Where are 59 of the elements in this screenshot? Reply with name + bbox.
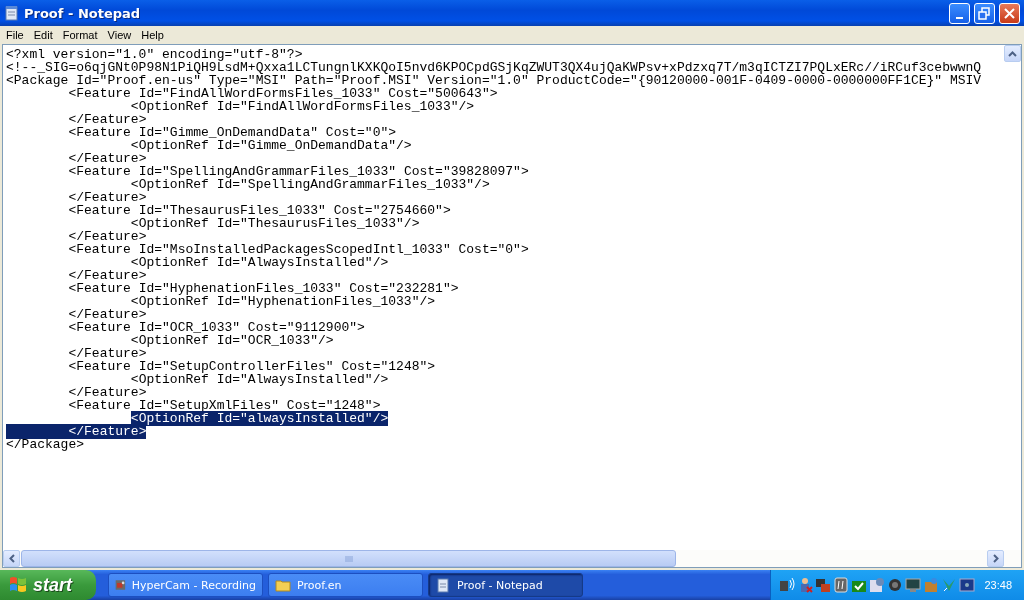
folder-icon [275,577,291,593]
camera-icon [115,577,126,593]
code-line: </Feature> [67,347,147,360]
menu-item[interactable]: File [1,29,29,41]
menu-item[interactable]: Format [57,29,103,41]
document-icon[interactable] [833,577,849,593]
start-button[interactable]: start [0,570,96,600]
windows-logo-icon [8,575,28,595]
code-line: <!--_SIG=o6qjGNt0P98N1PiQH9LsdM+Qxxa1LCTungnlKXKQoI5nvd6KPOCpdGSjKqZWUT3QX4ujQaKWPsv+xPdzxq7T/m3qICTZI7PQLxERc//iRCuf3cebwwnQ [6,61,982,74]
menu-item[interactable]: View [102,29,137,41]
taskbar-button[interactable]: Proof.en [268,573,423,597]
minimize-icon [956,16,963,19]
network-icon[interactable] [779,577,795,593]
code-line: </Feature> [67,269,147,282]
code-line: <OptionRef Id="ThesaurusFiles_1033"/> [129,217,420,230]
horizontal-scrollbar[interactable] [3,550,1021,567]
code-line: </Package> [6,438,84,451]
code-line: <OptionRef Id="OCR_1033"/> [129,334,334,347]
restore-icon [978,6,991,20]
code-line: <OptionRef Id="FindAllWordFormsFiles_1033"/> [129,100,475,113]
code-line: <Feature Id="SetupXmlFiles" Cost="1248"> [67,399,381,412]
code-line: <Feature Id="MsoInstalledPackagesScopedIntl_1033" Cost="0"> [67,243,529,256]
code-line: </Feature> [67,191,147,204]
notepad-icon [435,577,451,593]
code-line: </Feature> [67,386,147,399]
code-line: <OptionRef Id="SpellingAndGrammarFiles_1033"/> [129,178,490,191]
code-line: <Feature Id="OCR_1033" Cost="9112900"> [67,321,365,334]
window-title: Proof - Notepad [24,5,142,21]
close-icon [1003,6,1016,20]
code-line: <OptionRef Id="AlwaysInstalled"/> [129,373,389,386]
monitor-icon[interactable] [905,577,921,593]
code-line: <Feature Id="SpellingAndGrammarFiles_1033" Cost="39828097"> [67,165,529,178]
code-line: <Package Id="Proof.en-us" Type="MSI" Path="Proof.MSI" Version="1.0" ProductCode="{90120000-001F-0409-0000-0000000FF1CE}" MSIV [6,74,982,87]
code-line: </Feature> [67,230,147,243]
clock: 23:48 [984,579,1012,591]
menu-item[interactable]: Help [136,29,169,41]
code-line: <Feature Id="Gimme_OnDemandData" Cost="0"> [67,126,397,139]
display-icon[interactable] [959,577,975,593]
code-line: <OptionRef Id="HyphenationFiles_1033"/> [129,295,436,308]
code-line: <Feature Id="HyphenationFiles_1033" Cost="232281"> [67,282,459,295]
code-line: </Feature> [67,113,147,126]
code-line: </Feature> [67,308,147,321]
menu-item[interactable]: Edit [28,29,58,41]
speaker-icon[interactable] [887,577,903,593]
taskbar-button[interactable]: Proof - Notepad [428,573,583,597]
code-line: <Feature Id="FindAllWordFormsFiles_1033" Cost="500643"> [68,87,498,100]
code-line: <OptionRef Id="AlwaysInstalled"/> [129,256,389,269]
code-line: <OptionRef Id="Gimme_OnDemandData"/> [129,139,412,152]
taskbar-button[interactable]: HyperCam - Recording [108,573,263,597]
notepad-icon [4,5,20,21]
code-line: <Feature Id="SetupControllerFiles" Cost="1248"> [67,360,436,373]
close-button[interactable] [999,2,1020,24]
computers-icon[interactable] [815,577,831,593]
code-line: </Feature> [67,152,147,165]
code-line: <?xml version="1.0" encoding="utf-8"?> [6,48,303,61]
grip-icon [344,555,353,562]
code-line: <Feature Id="ThesaurusFiles_1033" Cost="2754660"> [67,204,451,217]
restore-button[interactable] [974,2,995,24]
minimize-button[interactable] [949,2,970,24]
